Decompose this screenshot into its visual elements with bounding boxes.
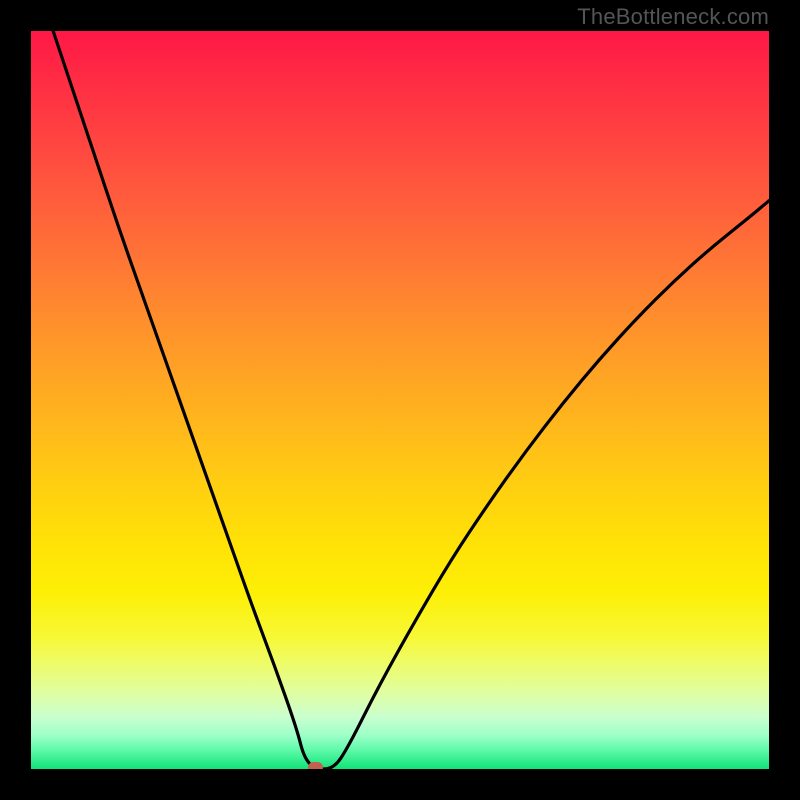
bottleneck-curve bbox=[53, 31, 769, 769]
plot-area bbox=[31, 31, 769, 769]
chart-container: TheBottleneck.com bbox=[0, 0, 800, 800]
watermark-text: TheBottleneck.com bbox=[577, 4, 769, 30]
curve-layer bbox=[31, 31, 769, 769]
minimum-marker bbox=[308, 762, 323, 769]
